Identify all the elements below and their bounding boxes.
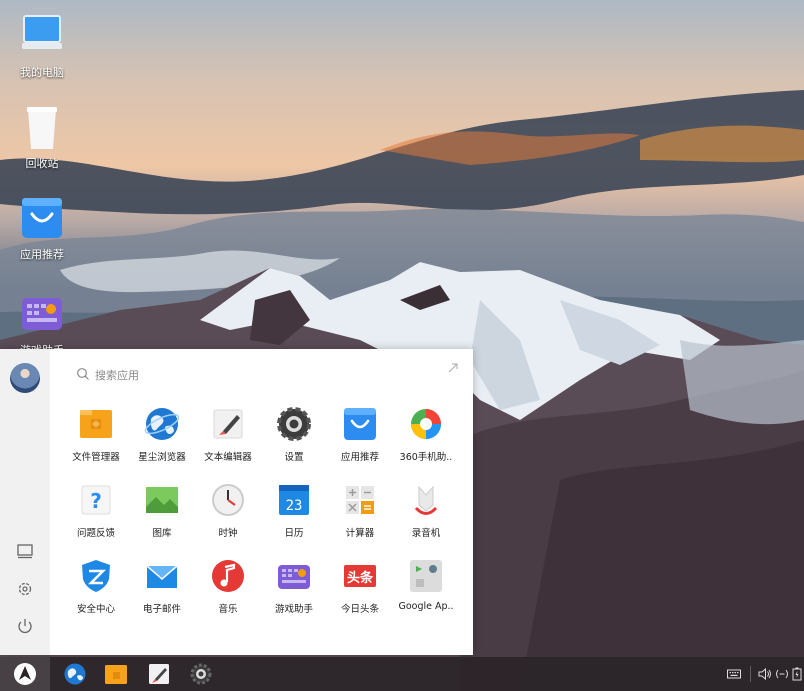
keyboard-icon: [727, 669, 741, 679]
expand-icon[interactable]: [447, 362, 459, 374]
app-browser[interactable]: 星尘浏览器: [128, 405, 196, 467]
app-label: Google Ap..: [398, 601, 454, 612]
start-menu-sidebar: [0, 349, 50, 655]
music-icon: [209, 557, 247, 595]
search-input[interactable]: [95, 365, 395, 385]
launcher-logo-icon: [14, 663, 36, 685]
app-file-manager[interactable]: 文件管理器: [62, 405, 130, 467]
svg-text:?: ?: [90, 489, 102, 513]
app-clock[interactable]: 时钟: [194, 481, 262, 543]
taskbar-file-manager[interactable]: [104, 662, 128, 686]
mail-icon: [143, 557, 181, 595]
taskbar-text-editor[interactable]: [147, 662, 171, 686]
app-store-icon: [341, 405, 379, 443]
app-calendar[interactable]: 23 日历: [260, 481, 328, 543]
desktop-icon-label: 应用推荐: [20, 248, 64, 261]
tray-separator: [750, 666, 751, 682]
app-label: 音乐: [218, 604, 238, 615]
trash-icon: [18, 103, 66, 151]
calculator-icon: [341, 481, 379, 519]
monitor-icon[interactable]: [15, 541, 35, 561]
game-assistant-icon: [275, 557, 313, 595]
toutiao-icon: 头条: [341, 557, 379, 595]
app-store[interactable]: 应用推荐: [326, 405, 394, 467]
clock-icon: [209, 481, 247, 519]
calendar-day-text: 23: [286, 498, 303, 514]
app-label: 星尘浏览器: [138, 452, 186, 463]
app-calculator[interactable]: 计算器: [326, 481, 394, 543]
taskbar-settings[interactable]: [189, 662, 213, 686]
360-assistant-icon: [407, 405, 445, 443]
tray-battery[interactable]: [789, 666, 804, 682]
desktop-icon-app-store[interactable]: 应用推荐: [10, 194, 74, 262]
gallery-icon: [143, 481, 181, 519]
app-recorder[interactable]: 录音机: [392, 481, 460, 543]
launcher-button[interactable]: [0, 657, 50, 691]
app-toutiao[interactable]: 头条 今日头条: [326, 557, 394, 619]
app-label: 文件管理器: [72, 452, 120, 463]
volume-icon: [758, 667, 771, 681]
game-assistant-icon: [18, 290, 66, 338]
app-label: 日历: [284, 528, 304, 539]
app-label: 设置: [284, 452, 304, 463]
settings-gear-icon: [190, 663, 212, 685]
app-label: 图库: [152, 528, 172, 539]
app-feedback[interactable]: ? 问题反馈: [62, 481, 130, 543]
search-bar[interactable]: [76, 365, 456, 385]
app-label: 360手机助..: [399, 452, 453, 463]
tray-volume[interactable]: [757, 666, 773, 682]
app-game-assistant[interactable]: 游戏助手: [260, 557, 328, 619]
desktop-icon-computer[interactable]: 我的电脑: [10, 12, 74, 80]
app-security-center[interactable]: 安全中心: [62, 557, 130, 619]
tray-network[interactable]: [774, 666, 790, 682]
app-label: 时钟: [218, 528, 238, 539]
app-label: 游戏助手: [274, 604, 313, 615]
folder-icon: [77, 405, 115, 443]
app-google-apps[interactable]: Google Ap..: [392, 557, 460, 619]
google-apps-icon: [407, 557, 445, 595]
security-shield-icon: [77, 557, 115, 595]
browser-globe-icon: [143, 405, 181, 443]
app-label: 文本编辑器: [204, 452, 252, 463]
computer-icon: [18, 12, 66, 60]
feedback-icon: ?: [77, 481, 115, 519]
search-icon: [77, 368, 89, 380]
avatar[interactable]: [10, 363, 40, 393]
desktop-icon-label: 我的电脑: [20, 66, 64, 79]
power-icon[interactable]: [15, 616, 35, 636]
calendar-icon: 23: [275, 481, 313, 519]
start-menu: 文件管理器 星尘浏览器 文本编辑器 设置 应用推荐 360手机助.. ? 问题反…: [0, 349, 473, 655]
app-gallery[interactable]: 图库: [128, 481, 196, 543]
taskbar-browser[interactable]: [63, 662, 87, 686]
app-store-icon: [18, 194, 66, 242]
app-mail[interactable]: 电子邮件: [128, 557, 196, 619]
battery-icon: [792, 667, 802, 681]
app-label: 安全中心: [76, 604, 115, 615]
app-settings[interactable]: 设置: [260, 405, 328, 467]
gear-icon[interactable]: [15, 579, 35, 599]
settings-gear-icon: [275, 405, 313, 443]
recorder-icon: [407, 481, 445, 519]
app-label: 计算器: [345, 528, 375, 539]
app-label: 今日头条: [340, 604, 379, 615]
app-label: 应用推荐: [340, 452, 379, 463]
app-label: 录音机: [411, 528, 441, 539]
app-360-assistant[interactable]: 360手机助..: [392, 405, 460, 467]
tray-keyboard[interactable]: [726, 666, 742, 682]
taskbar: [0, 657, 804, 691]
app-music[interactable]: 音乐: [194, 557, 262, 619]
desktop-icon-label: 回收站: [25, 157, 59, 170]
app-label: 电子邮件: [142, 604, 181, 615]
app-text-editor[interactable]: 文本编辑器: [194, 405, 262, 467]
desktop-icon-game-assistant[interactable]: 游戏助手: [10, 290, 74, 358]
desktop-icon-trash[interactable]: 回收站: [10, 103, 74, 171]
network-icon: [776, 669, 788, 679]
text-editor-icon: [209, 405, 247, 443]
toutiao-logo-text: 头条: [347, 570, 374, 586]
browser-globe-icon: [64, 663, 86, 685]
folder-icon: [105, 665, 127, 684]
text-editor-icon: [149, 664, 169, 684]
app-label: 问题反馈: [76, 528, 115, 539]
